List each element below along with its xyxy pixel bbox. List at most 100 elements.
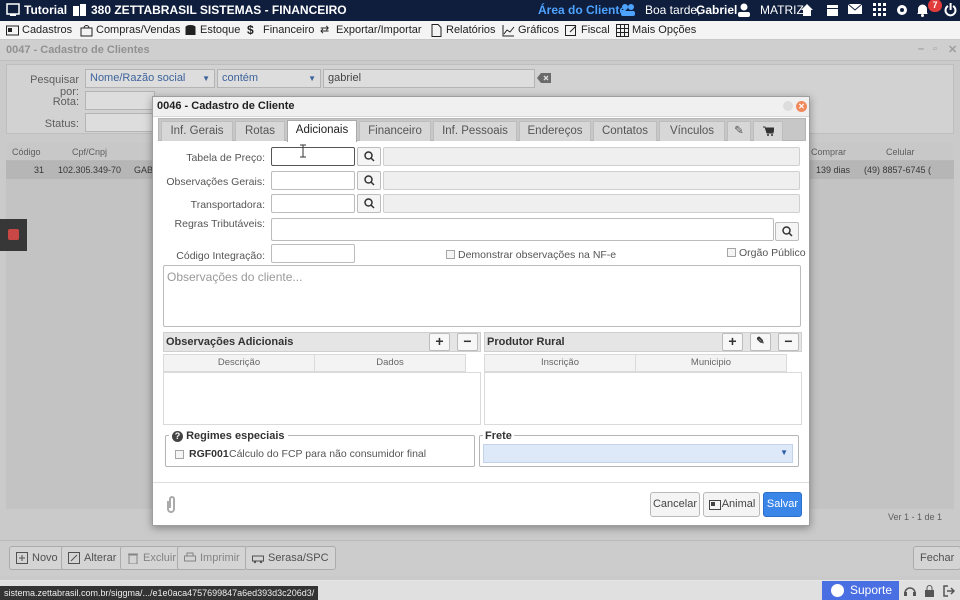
menu-label: Relatórios (446, 24, 496, 36)
carrier-input[interactable] (271, 194, 355, 213)
branch-label[interactable]: MATRIZ (760, 3, 804, 17)
power-icon[interactable] (944, 3, 957, 17)
tab-cart[interactable] (753, 121, 783, 141)
carrier-search-button[interactable] (357, 194, 381, 213)
remove-note-button[interactable]: − (457, 333, 478, 351)
freight-legend: Frete (483, 430, 514, 442)
greeting: Boa tarde, (645, 3, 701, 17)
add-producer-button[interactable]: + (722, 333, 743, 351)
special-regimes-legend: ? Regimes especiais (169, 430, 288, 442)
id-card-icon (709, 500, 721, 510)
rural-producer-title: Produtor Rural (487, 336, 565, 348)
column-municipio[interactable]: Municipio (635, 354, 787, 372)
tab-vinculos[interactable]: Vínculos (659, 121, 725, 141)
general-notes-input[interactable] (271, 171, 355, 190)
menu-label: Financeiro (263, 24, 315, 36)
public-agency-label: Orgão Público (739, 247, 806, 259)
price-table-search-button[interactable] (357, 147, 381, 166)
animal-label: Animal (721, 498, 756, 510)
attachment-clip-icon[interactable] (165, 495, 177, 513)
menu-label: Cadastros (22, 24, 73, 36)
lock-icon[interactable] (924, 585, 935, 597)
menu-label: Estoque (200, 24, 241, 36)
tab-attachments[interactable]: ✎ (727, 121, 751, 141)
general-notes-search-button[interactable] (357, 171, 381, 190)
user-name[interactable]: Gabriel (696, 3, 737, 17)
database-icon (185, 25, 196, 35)
menu-estoque[interactable]: Estoque (184, 23, 240, 38)
home-icon[interactable] (800, 3, 814, 17)
exchange-icon: ⇄ (320, 24, 330, 36)
tab-financeiro[interactable]: Financeiro (359, 121, 431, 141)
cancel-button[interactable]: Cancelar (650, 492, 700, 517)
special-regimes-title: Regimes especiais (186, 430, 285, 442)
app-title[interactable]: Tutorial (24, 3, 67, 17)
menu-financeiro[interactable]: $ Financeiro (247, 23, 314, 38)
tab-inf-pessoais[interactable]: Inf. Pessoais (433, 121, 517, 141)
dollar-icon: $ (247, 23, 254, 37)
minimize-dialog-icon[interactable] (783, 101, 793, 111)
help-icon[interactable]: ? (172, 431, 183, 442)
search-icon (364, 198, 375, 209)
column-inscricao[interactable]: Inscrição (484, 354, 636, 372)
company-name[interactable]: 380 ZETTABRASIL SISTEMAS - FINANCEIRO (91, 3, 347, 17)
footer-divider (153, 482, 809, 483)
tab-inf-gerais[interactable]: Inf. Gerais (161, 121, 233, 141)
client-area-link[interactable]: Área do Cliente (538, 3, 626, 17)
animal-button[interactable]: Animal (703, 492, 760, 517)
menu-label: Exportar/Importar (336, 24, 422, 36)
client-notes-textarea[interactable]: Observações do cliente... (163, 265, 801, 327)
regime-checkbox[interactable] (175, 450, 184, 459)
gear-icon[interactable] (895, 3, 909, 17)
close-dialog-icon[interactable]: ✕ (796, 101, 807, 112)
users-icon[interactable] (620, 3, 636, 17)
chevron-down-icon: ▼ (780, 448, 788, 457)
id-card-icon (6, 25, 19, 36)
menu-exportar-importar[interactable]: ⇄ Exportar/Importar (320, 23, 422, 38)
dialog-title-bar: 0046 - Cadastro de Cliente ✕ (153, 97, 809, 117)
menu-mais-opcoes[interactable]: Mais Opções (616, 23, 696, 38)
menu-relatorios[interactable]: Relatórios (430, 23, 496, 38)
tutorial-icon[interactable] (6, 3, 20, 17)
support-button[interactable]: Suporte (822, 581, 899, 600)
menu-graficos[interactable]: Gráficos (502, 23, 559, 38)
logout-icon[interactable] (943, 585, 955, 597)
headset-icon[interactable] (904, 585, 916, 597)
general-notes-description (383, 171, 800, 190)
freight-select[interactable]: ▼ (483, 444, 793, 463)
tax-rules-search-button[interactable] (775, 222, 799, 241)
tab-rotas[interactable]: Rotas (235, 121, 285, 141)
mail-icon[interactable] (848, 3, 862, 15)
menu-fiscal[interactable]: Fiscal (565, 23, 610, 38)
menu-cadastros[interactable]: Cadastros (6, 23, 72, 38)
remove-producer-button[interactable]: − (778, 333, 799, 351)
dialog-title: 0046 - Cadastro de Cliente (157, 100, 295, 112)
edit-producer-button[interactable]: ✎ (750, 333, 771, 351)
chat-icon (831, 584, 844, 597)
apps-grid-icon[interactable] (873, 3, 886, 16)
paperclip-icon: ✎ (734, 125, 744, 137)
minus-icon: − (784, 333, 793, 349)
tab-contatos[interactable]: Contatos (593, 121, 657, 141)
public-agency-checkbox[interactable] (727, 248, 736, 257)
tab-adicionais[interactable]: Adicionais (287, 120, 357, 142)
show-notes-checkbox[interactable] (446, 250, 455, 259)
price-table-input[interactable] (271, 147, 355, 166)
menu-compras-vendas[interactable]: Compras/Vendas (80, 23, 180, 38)
integration-code-input[interactable] (271, 244, 355, 263)
tax-rules-input[interactable] (271, 218, 774, 241)
user-icon[interactable] (738, 3, 750, 17)
calendar-icon[interactable] (826, 3, 839, 17)
minus-icon: − (463, 333, 472, 349)
integration-code-label: Código Integração: (176, 250, 265, 262)
additional-notes-title: Observações Adicionais (166, 336, 294, 348)
regime-description: Cálculo do FCP para não consumidor final (229, 448, 427, 460)
table-icon (616, 24, 629, 37)
carrier-label: Transportadora: (190, 199, 265, 211)
save-button[interactable]: Salvar (763, 492, 802, 517)
add-note-button[interactable]: + (429, 333, 450, 351)
column-descricao[interactable]: Descrição (163, 354, 315, 372)
tab-enderecos[interactable]: Endereços (519, 121, 591, 141)
document-icon (431, 24, 442, 37)
column-dados[interactable]: Dados (314, 354, 466, 372)
